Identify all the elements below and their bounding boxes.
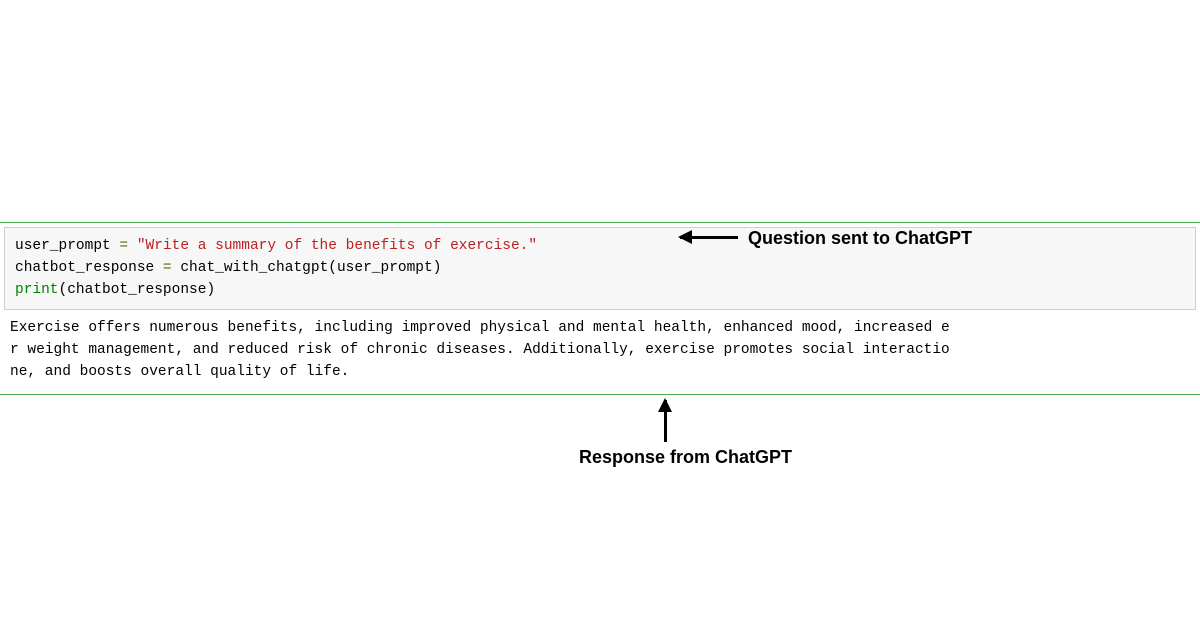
code-token: =: [154, 260, 180, 276]
code-token: (: [59, 282, 68, 298]
output-line: r weight management, and reduced risk of…: [10, 342, 950, 358]
code-token: chatbot_response: [15, 260, 154, 276]
annotation-response: Response from ChatGPT: [579, 447, 792, 468]
output-line: ne, and boosts overall quality of life.: [10, 364, 349, 380]
code-token: =: [111, 238, 137, 254]
code-output-cell: Exercise offers numerous benefits, inclu…: [0, 310, 1200, 393]
code-token: print: [15, 282, 59, 298]
code-token: ): [433, 260, 442, 276]
code-token: chat_with_chatgpt: [180, 260, 328, 276]
output-line: Exercise offers numerous benefits, inclu…: [10, 320, 950, 336]
notebook-cell: user_prompt = "Write a summary of the be…: [0, 222, 1200, 395]
code-token: user_prompt: [337, 260, 433, 276]
code-token: (: [328, 260, 337, 276]
code-token: ): [206, 282, 215, 298]
arrow-up-icon: [664, 400, 667, 442]
code-input-cell[interactable]: user_prompt = "Write a summary of the be…: [4, 227, 1196, 310]
code-token: chatbot_response: [67, 282, 206, 298]
arrow-left-icon: [680, 236, 738, 239]
annotation-question: Question sent to ChatGPT: [748, 228, 972, 249]
code-token: user_prompt: [15, 238, 111, 254]
code-token: "Write a summary of the benefits of exer…: [137, 238, 537, 254]
